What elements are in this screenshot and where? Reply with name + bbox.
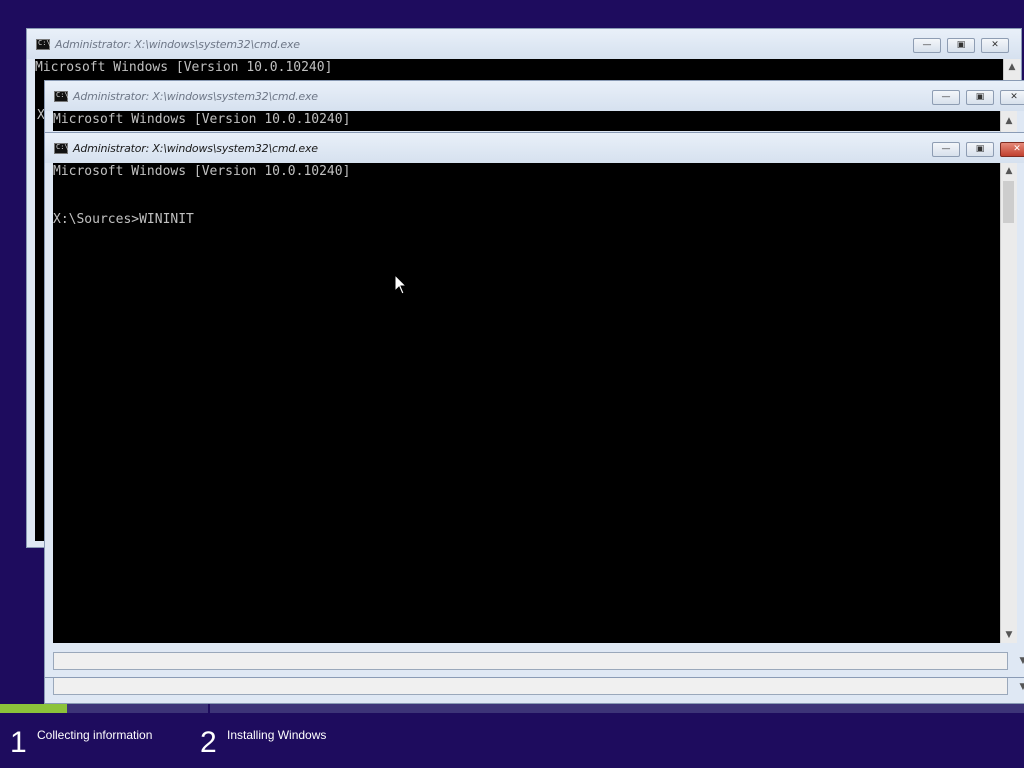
down-arrow-icon[interactable]: ▼ (1015, 679, 1024, 695)
window-title: Administrator: X:\windows\system32\cmd.e… (73, 90, 318, 103)
window-title: Administrator: X:\windows\system32\cmd.e… (73, 142, 318, 155)
close-button[interactable]: ✕ (1000, 142, 1024, 157)
up-arrow-icon[interactable]: ▲ (1004, 59, 1020, 75)
scrollbar-thumb[interactable] (1003, 181, 1014, 223)
step-label: Collecting information (37, 728, 153, 742)
console-output[interactable]: Microsoft Windows [Version 10.0.10240] X… (53, 163, 1008, 643)
cmd-icon (36, 39, 51, 50)
maximize-button[interactable]: ▣ (966, 142, 994, 157)
cmd-icon (54, 91, 69, 102)
console-bottom-edge (53, 652, 1008, 670)
mouse-pointer-icon (394, 274, 408, 295)
maximize-button[interactable]: ▣ (966, 90, 994, 105)
progress-fill (0, 704, 67, 713)
up-arrow-icon[interactable]: ▲ (1001, 163, 1017, 179)
minimize-button[interactable]: — (932, 142, 960, 157)
minimize-button[interactable]: — (932, 90, 960, 105)
step-number: 2 (200, 726, 217, 759)
down-arrow-icon[interactable]: ▼ (1001, 627, 1017, 643)
title-bar[interactable]: Administrator: X:\windows\system32\cmd.e… (45, 81, 1024, 111)
setup-progress-bar (0, 704, 1024, 713)
title-bar[interactable]: Administrator: X:\windows\system32\cmd.e… (27, 29, 1021, 59)
title-bar[interactable]: Administrator: X:\windows\system32\cmd.e… (45, 133, 1024, 163)
vertical-scrollbar[interactable]: ▲ ▼ (1000, 163, 1017, 643)
up-arrow-icon[interactable]: ▲ (1001, 113, 1017, 129)
step-label: Installing Windows (227, 728, 327, 742)
window-title: Administrator: X:\windows\system32\cmd.e… (55, 38, 300, 51)
progress-step-divider (208, 704, 210, 713)
close-button[interactable]: ✕ (1000, 90, 1024, 105)
cmd-window-front[interactable]: Administrator: X:\windows\system32\cmd.e… (44, 132, 1024, 678)
maximize-button[interactable]: ▣ (947, 38, 975, 53)
console-prompt-line: X:\Sources>WININIT (53, 212, 194, 227)
console-line: Microsoft Windows [Version 10.0.10240] (53, 112, 351, 127)
console-bottom-edge (53, 677, 1008, 695)
close-button[interactable]: ✕ (981, 38, 1009, 53)
console-line: Microsoft Windows [Version 10.0.10240] (35, 60, 333, 75)
console-output[interactable]: Microsoft Windows [Version 10.0.10240] (53, 111, 1008, 131)
minimize-button[interactable]: — (913, 38, 941, 53)
cmd-icon (54, 143, 69, 154)
console-line: Microsoft Windows [Version 10.0.10240] (53, 164, 351, 179)
vertical-scrollbar[interactable]: ▲ (1000, 111, 1017, 133)
down-arrow-icon[interactable]: ▼ (1015, 653, 1024, 669)
step-number: 1 (10, 726, 27, 759)
